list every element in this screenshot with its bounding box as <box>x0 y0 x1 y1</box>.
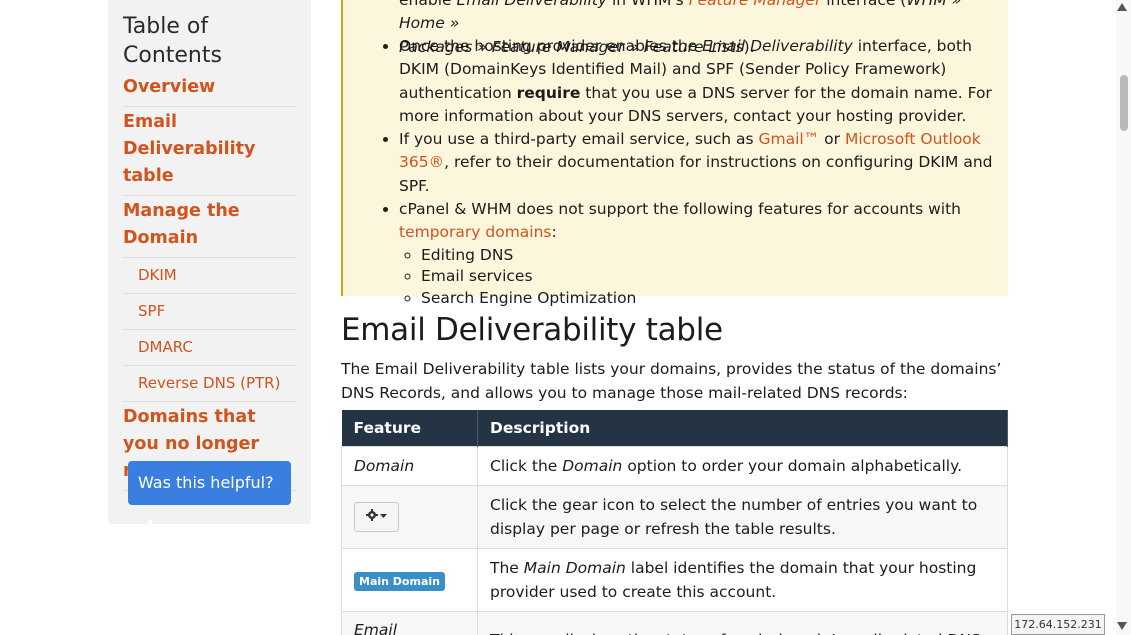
scrollbar-thumb[interactable] <box>1120 75 1128 131</box>
list-text: or <box>819 130 845 149</box>
help-button-label: Was this helpful? <box>138 473 274 492</box>
toc-item-manage-the-domain[interactable]: Manage the Domain <box>123 196 296 258</box>
list-text: If you use a third-party email service, … <box>399 130 759 149</box>
desc-text: option to order your domain alphabetical… <box>622 456 963 475</box>
sub-list-item: Email services <box>421 266 999 288</box>
table-cell-description: The Main Domain label identifies the dom… <box>477 547 1008 612</box>
toc-item-overview[interactable]: Overview <box>123 72 296 107</box>
list-item: If you use a third-party email service, … <box>399 128 999 198</box>
sub-list-item: Editing DNS <box>421 245 999 267</box>
table-header-feature: Feature <box>341 410 478 446</box>
toc-item-dkim[interactable]: DKIM <box>123 258 296 294</box>
list-em: Email Deliverability <box>702 37 853 55</box>
list-text: Once the hosting provider enables the <box>399 37 703 55</box>
table-of-contents: Table of Contents Overview Email Deliver… <box>108 0 311 534</box>
toc-item-dmarc[interactable]: DMARC <box>123 330 296 366</box>
table-cell-description: This row displays the status of each dom… <box>477 610 1008 635</box>
scroll-down-arrow-icon[interactable] <box>1117 622 1127 630</box>
callout-text: interface ( <box>821 0 907 9</box>
feature-name: Email <box>354 620 398 635</box>
desc-em: Main Domain <box>523 558 626 577</box>
callout-text: in WHM's <box>607 0 689 9</box>
table-cell-feature: Domain <box>341 445 478 486</box>
temporary-domains-link[interactable]: temporary domains <box>399 223 552 241</box>
table-header-row: Feature Description <box>341 410 1008 446</box>
callout-text: enable <box>399 0 457 9</box>
table-row: Main Domain The Main Domain label identi… <box>341 547 1008 612</box>
gear-dropdown-button[interactable] <box>354 501 399 532</box>
table-cell-description: Click the Domain option to order your do… <box>477 445 1008 486</box>
feature-name: Domain <box>354 456 415 475</box>
table-cell-feature <box>341 484 478 549</box>
list-text: cPanel & WHM does not support the follow… <box>399 200 961 219</box>
section-intro: The Email Deliverability table lists you… <box>341 360 1002 402</box>
was-this-helpful-button[interactable]: Was this helpful? <box>128 461 291 534</box>
list-strong: require <box>516 83 581 102</box>
table-row: Click the gear icon to select the number… <box>341 484 1008 549</box>
callout-em: Email Deliverability <box>456 0 608 9</box>
sub-list: Editing DNS Email services Search Engine… <box>399 245 999 310</box>
table-cell-description: Click the gear icon to select the number… <box>477 484 1008 549</box>
gear-icon <box>366 508 378 521</box>
toc-item-reverse-dns[interactable]: Reverse DNS (PTR) <box>123 366 296 402</box>
table-cell-feature: Email <box>341 610 478 635</box>
list-text: , refer to their documentation for instr… <box>399 153 993 195</box>
toc-item-spf[interactable]: SPF <box>123 294 296 330</box>
vertical-scrollbar[interactable] <box>1116 0 1131 635</box>
feature-table: Feature Description Domain Click the Dom… <box>341 410 1008 635</box>
callout-list: Once the hosting provider enables the Em… <box>399 35 999 309</box>
scroll-up-arrow-icon[interactable] <box>1117 3 1127 11</box>
table-row: Domain Click the Domain option to order … <box>341 445 1008 486</box>
table-header-description: Description <box>477 410 1008 446</box>
table-row: Email This row displays the status of ea… <box>341 610 1008 635</box>
list-text: : <box>551 223 557 242</box>
thumbs-up-icon <box>142 519 159 534</box>
desc-text: The <box>490 558 524 577</box>
main-domain-badge: Main Domain <box>354 571 445 591</box>
list-item: Once the hosting provider enables the Em… <box>399 35 999 128</box>
table-cell-feature: Main Domain <box>341 547 478 612</box>
ip-address-label: 172.64.152.231 <box>1011 614 1105 635</box>
feature-manager-link[interactable]: Feature Manager <box>689 0 822 9</box>
gmail-link[interactable]: Gmail™ <box>759 130 820 148</box>
caret-down-icon <box>380 513 387 518</box>
desc-em: Domain <box>562 456 623 475</box>
list-item: cPanel & WHM does not support the follow… <box>399 198 999 309</box>
toc-item-email-deliverability-table[interactable]: Email Deliverability table <box>123 107 296 196</box>
note-callout: enable Email Deliverability in WHM's Fea… <box>341 0 1008 307</box>
desc-text: Click the <box>490 456 563 475</box>
sub-list-item: Search Engine Optimization <box>421 288 999 310</box>
toc-title: Table of Contents <box>123 14 222 68</box>
section-heading: Email Deliverability table <box>341 312 723 348</box>
